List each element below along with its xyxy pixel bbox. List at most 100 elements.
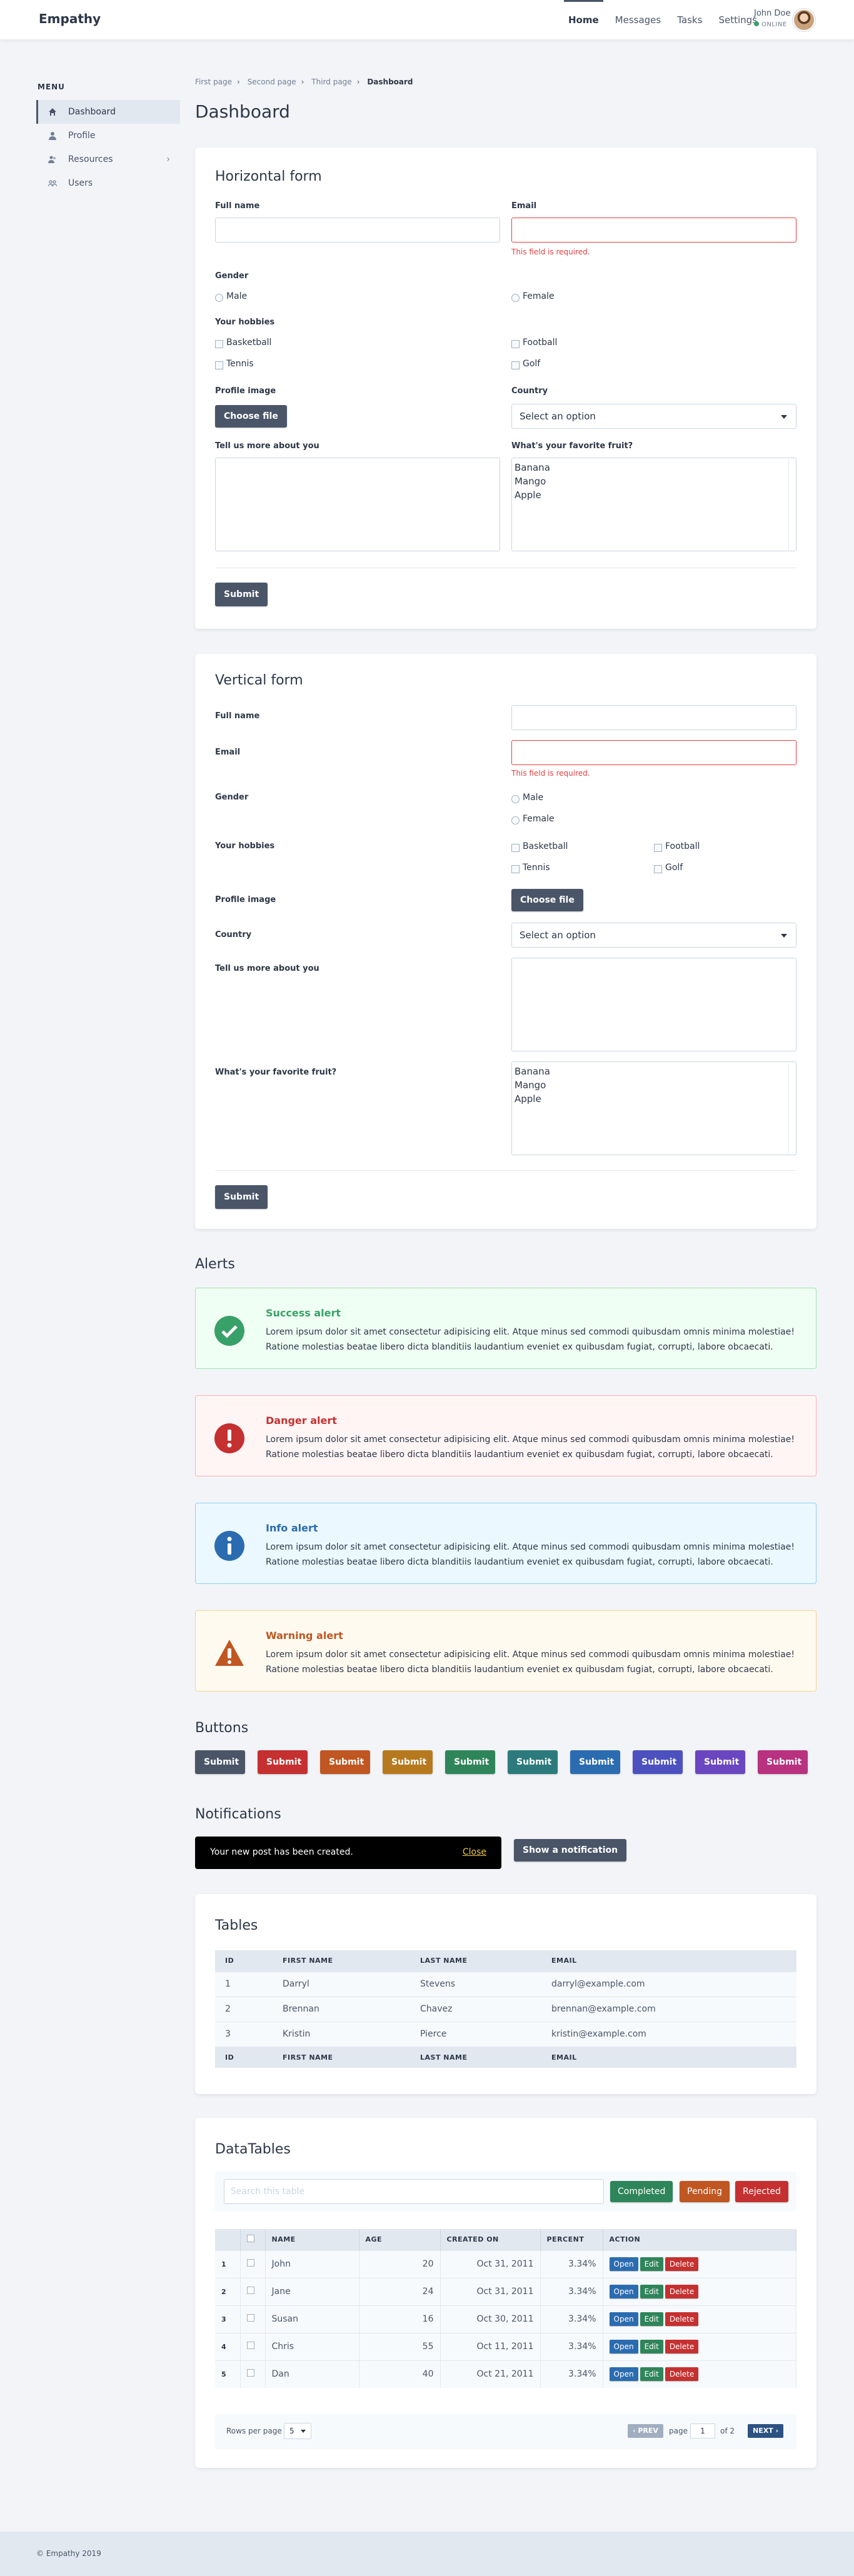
open-button[interactable]: Open [609, 2312, 638, 2326]
breadcrumb-item[interactable]: Third page [311, 78, 351, 86]
full-name-input[interactable] [511, 705, 796, 730]
row-checkbox[interactable] [240, 2360, 266, 2388]
sidebar-item-dashboard[interactable]: Dashboard [36, 100, 180, 124]
radio-male[interactable]: Male [511, 793, 543, 803]
row-checkbox[interactable] [240, 2250, 266, 2278]
edit-button[interactable]: Edit [640, 2340, 663, 2353]
filter-completed-button[interactable]: Completed [610, 2181, 673, 2202]
edit-button[interactable]: Edit [640, 2367, 663, 2382]
next-page-button[interactable]: NEXT › [748, 2424, 784, 2438]
nav-tasks[interactable]: Tasks [669, 0, 710, 40]
edit-button[interactable]: Edit [640, 2312, 663, 2326]
filter-rejected-button[interactable]: Rejected [735, 2181, 788, 2202]
delete-button[interactable]: Delete [665, 2340, 699, 2353]
table-search-input[interactable]: Search this table [224, 2179, 604, 2204]
radio-female[interactable]: Female [511, 291, 555, 302]
country-select[interactable]: Select an option [511, 404, 796, 429]
checkbox-football[interactable]: Football [654, 841, 700, 852]
edit-button[interactable]: Edit [640, 2257, 663, 2271]
checkbox-football[interactable]: Football [511, 338, 557, 348]
checkbox-tennis[interactable]: Tennis [511, 863, 550, 873]
checkbox-tennis[interactable]: Tennis [215, 359, 254, 369]
show-notification-button[interactable]: Show a notification [514, 1839, 627, 1862]
row-checkbox[interactable] [240, 2305, 266, 2333]
listbox-scrollbar[interactable] [788, 1063, 795, 1153]
delete-button[interactable]: Delete [665, 2312, 699, 2326]
prev-page-button[interactable]: ‹ PREV [628, 2424, 663, 2438]
full-name-input[interactable] [215, 218, 500, 243]
table-row[interactable]: 4 Chris 55 Oct 11, 2011 3.34% Open Edit De… [215, 2332, 796, 2360]
fruit-option[interactable]: Apple [515, 1092, 793, 1106]
row-checkbox[interactable] [240, 2332, 266, 2360]
column-header[interactable]: CREATED ON [440, 2229, 541, 2250]
open-button[interactable]: Open [609, 2285, 638, 2298]
fruit-option[interactable]: Apple [515, 488, 793, 502]
sidebar-item-resources[interactable]: Resources › [36, 148, 180, 171]
fruit-listbox[interactable]: Banana Mango Apple [511, 1061, 796, 1155]
fruit-option[interactable]: Banana [515, 461, 793, 474]
nav-home[interactable]: Home [560, 0, 607, 40]
select-all-checkbox[interactable] [240, 2229, 266, 2250]
sidebar-item-profile[interactable]: Profile [36, 124, 180, 148]
edit-button[interactable]: Edit [640, 2285, 663, 2298]
radio-female[interactable]: Female [511, 814, 555, 824]
avatar[interactable] [793, 9, 815, 31]
submit-button-purple[interactable]: Submit [695, 1750, 745, 1774]
choose-file-button[interactable]: Choose file [511, 889, 583, 911]
table-row[interactable]: 2 Jane 24 Oct 31, 2011 3.34% Open Edit Del… [215, 2277, 796, 2305]
fruit-listbox[interactable]: Banana Mango Apple [511, 458, 796, 551]
breadcrumb-item[interactable]: Second page [248, 78, 296, 86]
country-select[interactable]: Select an option [511, 923, 796, 948]
sidebar-item-users[interactable]: Users [36, 171, 180, 195]
caret-down-icon [301, 2430, 306, 2433]
listbox-scrollbar[interactable] [788, 459, 795, 549]
email-input[interactable] [511, 740, 796, 765]
submit-button-red[interactable]: Submit [258, 1750, 308, 1774]
notification-close-link[interactable]: Close [463, 1847, 486, 1857]
submit-button[interactable]: Submit [215, 1185, 268, 1209]
checkbox-basketball[interactable]: Basketball [215, 338, 271, 348]
alert-body: Lorem ipsum dolor sit amet consectetur a… [266, 1435, 795, 1460]
submit-button-green[interactable]: Submit [445, 1750, 495, 1774]
about-textarea[interactable] [511, 958, 796, 1051]
delete-button[interactable]: Delete [665, 2285, 699, 2298]
rows-per-page-select[interactable]: 5 [284, 2423, 311, 2439]
nav-messages[interactable]: Messages [607, 0, 670, 40]
checkbox-basketball[interactable]: Basketball [511, 841, 568, 852]
fruit-option[interactable]: Banana [515, 1065, 793, 1078]
submit-button[interactable]: Submit [215, 583, 268, 606]
column-header[interactable]: NAME [265, 2229, 359, 2250]
submit-button-indigo[interactable]: Submit [633, 1750, 683, 1774]
choose-file-button[interactable]: Choose file [215, 405, 287, 428]
column-header[interactable]: PERCENT [540, 2229, 603, 2250]
app-logo[interactable]: Empathy [39, 11, 101, 26]
open-button[interactable]: Open [609, 2257, 638, 2271]
breadcrumb-item[interactable]: First page [195, 78, 232, 86]
column-header[interactable]: AGE [359, 2229, 441, 2250]
open-button[interactable]: Open [609, 2340, 638, 2353]
fruit-option[interactable]: Mango [515, 1078, 793, 1092]
submit-button-teal[interactable]: Submit [508, 1750, 558, 1774]
checkbox-golf[interactable]: Golf [511, 359, 540, 369]
table-row[interactable]: 5 Dan 40 Oct 21, 2011 3.34% Open Edit Dele… [215, 2360, 796, 2388]
page-number-input[interactable]: 1 [690, 2423, 715, 2438]
submit-button-pink[interactable]: Submit [758, 1750, 808, 1774]
alert-body: Lorem ipsum dolor sit amet consectetur a… [266, 1542, 795, 1567]
submit-button-gray[interactable]: Submit [195, 1750, 245, 1774]
fruit-option[interactable]: Mango [515, 474, 793, 488]
submit-button-yellow[interactable]: Submit [383, 1750, 433, 1774]
row-checkbox[interactable] [240, 2277, 266, 2305]
checkbox-golf[interactable]: Golf [654, 863, 683, 873]
about-textarea[interactable] [215, 458, 500, 551]
delete-button[interactable]: Delete [665, 2367, 699, 2382]
submit-button-blue[interactable]: Submit [570, 1750, 620, 1774]
delete-button[interactable]: Delete [665, 2257, 699, 2271]
user-menu[interactable]: John Doe ONLINE [750, 8, 825, 33]
submit-button-orange[interactable]: Submit [320, 1750, 370, 1774]
open-button[interactable]: Open [609, 2367, 638, 2382]
filter-pending-button[interactable]: Pending [680, 2181, 730, 2202]
radio-male[interactable]: Male [215, 291, 247, 302]
table-row[interactable]: 3 Susan 16 Oct 30, 2011 3.34% Open Edit De… [215, 2305, 796, 2333]
table-row[interactable]: 1 John 20 Oct 31, 2011 3.34% Open Edit Del… [215, 2250, 796, 2278]
email-input[interactable] [511, 218, 796, 243]
